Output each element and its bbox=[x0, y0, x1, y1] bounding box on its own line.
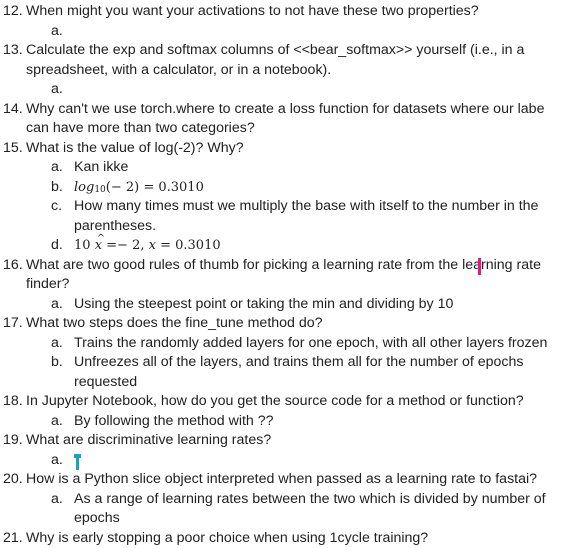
answer-letter: d. bbox=[51, 236, 63, 256]
question-text: In Jupyter Notebook, how do you get the … bbox=[26, 392, 524, 412]
answer-20-a-continued: epochs bbox=[0, 509, 563, 529]
answer-letter: b. bbox=[51, 353, 63, 373]
question-number: 20. bbox=[3, 470, 23, 490]
answer-15-c-continued: parentheses. bbox=[0, 217, 563, 237]
document-body[interactable]: 12. When might you want your activations… bbox=[0, 0, 563, 548]
answer-text: epochs bbox=[74, 509, 120, 529]
math-equation-power: 10 x =− 2, x = 0.3010 bbox=[74, 236, 221, 256]
question-text: What are discriminative learning rates? bbox=[26, 431, 271, 451]
question-21: 21. Why is early stopping a poor choice … bbox=[0, 529, 563, 548]
answer-text: requested bbox=[74, 373, 137, 393]
question-15: 15. What is the value of log(-2)? Why? bbox=[0, 139, 563, 159]
question-text: What is the value of log(-2)? Why? bbox=[26, 139, 244, 159]
answer-text: parentheses. bbox=[74, 217, 156, 237]
question-text: When might you want your activations to … bbox=[26, 2, 479, 22]
answer-19-a[interactable]: a. bbox=[0, 451, 563, 471]
answer-letter: a. bbox=[51, 295, 63, 315]
answer-letter: a. bbox=[51, 158, 63, 178]
math-expression: = 0.3010 bbox=[156, 238, 221, 253]
question-12: 12. When might you want your activations… bbox=[0, 2, 563, 22]
answer-letter: a. bbox=[51, 490, 63, 510]
question-text: How is a Python slice object interpreted… bbox=[26, 470, 537, 490]
question-text: can have more than two categories? bbox=[26, 119, 255, 139]
question-text: spreadsheet, with a calculator, or in a … bbox=[26, 61, 331, 81]
answer-text: As a range of learning rates between the… bbox=[74, 490, 546, 510]
question-number: 18. bbox=[3, 392, 23, 412]
math-expression: =− 2, bbox=[102, 238, 149, 253]
answer-17-b-continued: requested bbox=[0, 373, 563, 393]
question-text: finder? bbox=[26, 275, 69, 295]
question-17: 17. What two steps does the fine_tune me… bbox=[0, 314, 563, 334]
answer-15-a[interactable]: a. Kan ikke bbox=[0, 158, 563, 178]
question-text: Why can't we use torch.where to create a… bbox=[26, 100, 544, 120]
question-13: 13. Calculate the exp and softmax column… bbox=[0, 41, 563, 61]
question-20: 20. How is a Python slice object interpr… bbox=[0, 470, 563, 490]
answer-text: By following the method with ?? bbox=[74, 412, 274, 432]
answer-letter: a. bbox=[51, 412, 63, 432]
answer-12-a[interactable]: a. bbox=[0, 22, 563, 42]
question-number: 17. bbox=[3, 314, 23, 334]
question-16-continued: finder? bbox=[0, 275, 563, 295]
answer-letter: a. bbox=[51, 451, 63, 471]
answer-text: Kan ikke bbox=[74, 158, 128, 178]
question-text: Calculate the exp and softmax columns of… bbox=[26, 41, 524, 61]
answer-15-b[interactable]: b. log10(− 2) = 0.3010 bbox=[0, 178, 563, 198]
answer-text: How many times must we multiply the base… bbox=[74, 197, 538, 217]
answer-text: Using the steepest point or taking the m… bbox=[74, 295, 453, 315]
math-hat-x: x bbox=[95, 236, 102, 256]
question-number: 13. bbox=[3, 41, 23, 61]
math-base: 10 bbox=[74, 238, 91, 253]
question-14: 14. Why can't we use torch.where to crea… bbox=[0, 100, 563, 120]
text-cursor bbox=[74, 454, 81, 470]
math-log: log bbox=[74, 180, 94, 195]
answer-16-a[interactable]: a. Using the steepest point or taking th… bbox=[0, 295, 563, 315]
answer-17-b[interactable]: b. Unfreezes all of the layers, and trai… bbox=[0, 353, 563, 373]
question-19: 19. What are discriminative learning rat… bbox=[0, 431, 563, 451]
answer-letter: b. bbox=[51, 178, 63, 198]
answer-text: Unfreezes all of the layers, and trains … bbox=[74, 353, 524, 373]
question-number: 21. bbox=[3, 529, 23, 548]
answer-letter: c. bbox=[51, 197, 62, 217]
answer-letter: a. bbox=[51, 22, 63, 42]
question-text: What are two good rules of thumb for pic… bbox=[26, 256, 541, 276]
answer-20-a[interactable]: a. As a range of learning rates between … bbox=[0, 490, 563, 510]
answer-17-a[interactable]: a. Trains the randomly added layers for … bbox=[0, 334, 563, 354]
question-number: 12. bbox=[3, 2, 23, 22]
question-number: 15. bbox=[3, 139, 23, 159]
answer-15-d[interactable]: d. 10 x =− 2, x = 0.3010 bbox=[0, 236, 563, 256]
question-number: 14. bbox=[3, 100, 23, 120]
answer-text: Trains the randomly added layers for one… bbox=[74, 334, 547, 354]
answer-letter: a. bbox=[51, 80, 63, 100]
question-18: 18. In Jupyter Notebook, how do you get … bbox=[0, 392, 563, 412]
question-13-continued: spreadsheet, with a calculator, or in a … bbox=[0, 61, 563, 81]
answer-13-a[interactable]: a. bbox=[0, 80, 563, 100]
question-number: 19. bbox=[3, 431, 23, 451]
math-x: x bbox=[149, 238, 156, 253]
question-14-continued: can have more than two categories? bbox=[0, 119, 563, 139]
math-subscript: 10 bbox=[94, 185, 105, 195]
question-text: Why is early stopping a poor choice when… bbox=[26, 529, 428, 548]
question-16: 16. What are two good rules of thumb for… bbox=[0, 256, 563, 276]
answer-letter: a. bbox=[51, 334, 63, 354]
question-number: 16. bbox=[3, 256, 23, 276]
answer-15-c[interactable]: c. How many times must we multiply the b… bbox=[0, 197, 563, 217]
question-text: What two steps does the fine_tune method… bbox=[26, 314, 323, 334]
answer-18-a[interactable]: a. By following the method with ?? bbox=[0, 412, 563, 432]
math-expression: (− 2) = 0.3010 bbox=[106, 180, 204, 195]
collaborator-cursor bbox=[478, 258, 481, 275]
